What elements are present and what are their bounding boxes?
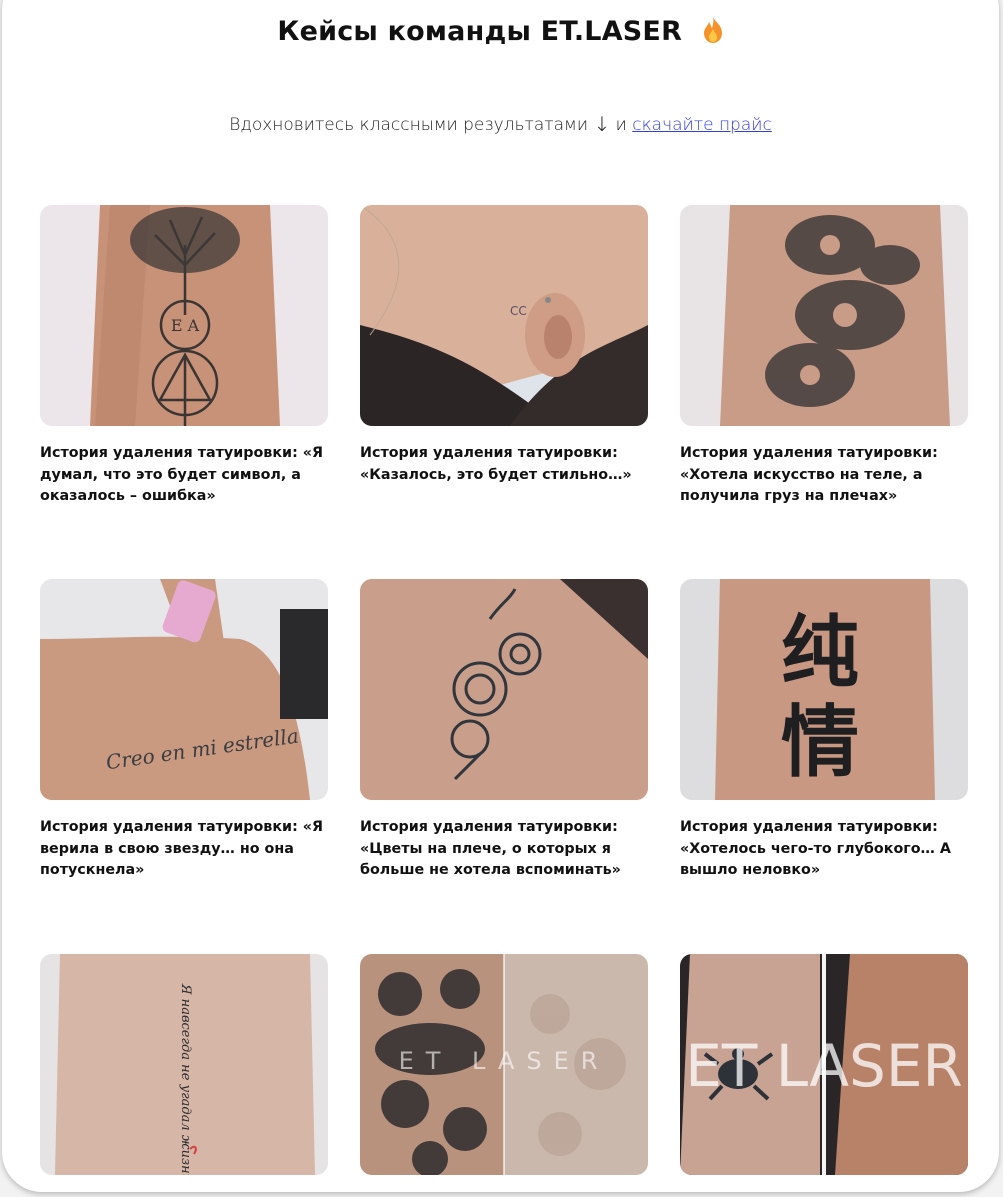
svg-text:E A: E A xyxy=(171,316,200,335)
case-caption[interactable]: История удаления татуировки: «Я верила в… xyxy=(40,817,328,882)
case-card[interactable]: История удаления татуировки: «Цветы на п… xyxy=(360,579,648,882)
case-card[interactable]: 纯 情 История удаления татуировки: «Хотело… xyxy=(680,579,968,882)
case-caption[interactable]: История удаления татуировки: «Цветы на п… xyxy=(360,817,648,882)
intro-connector: и xyxy=(615,115,627,135)
download-price-link[interactable]: скачайте прайс xyxy=(632,115,772,135)
tattoo-script-text: Я навсегда не угадал жизнь xyxy=(178,983,193,1175)
case-photo-tree-tattoo[interactable]: E A xyxy=(40,205,328,426)
page-title-text: Кейсы команды ET.LASER xyxy=(277,16,683,47)
case-card[interactable]: История удаления татуировки: «Хотела иск… xyxy=(680,205,968,508)
case-photo-turtle-before-after[interactable]: ET LASER xyxy=(680,954,968,1175)
svg-text:纯: 纯 xyxy=(781,608,859,698)
flame-icon xyxy=(702,16,724,44)
page-title: Кейсы команды ET.LASER xyxy=(2,16,999,47)
case-photo-script-tattoo[interactable]: Creo en mi estrella xyxy=(40,579,328,800)
case-card[interactable]: ET LASER xyxy=(360,954,648,1192)
case-photo-sleeve-before-after[interactable]: ET LASER xyxy=(360,954,648,1175)
case-caption[interactable]: История удаления татуировки: «Я думал, ч… xyxy=(40,443,328,508)
case-caption[interactable]: История удаления татуировки: «Хотела иск… xyxy=(680,443,968,508)
case-card[interactable]: ET LASER xyxy=(680,954,968,1192)
intro-lead: Вдохновитесь классными результатами xyxy=(229,115,589,135)
down-arrow-icon: ↓ xyxy=(593,112,611,136)
intro-text: Вдохновитесь классными результатами ↓ и … xyxy=(2,112,999,136)
svg-text:情: 情 xyxy=(781,698,859,788)
case-photo-vertical-script[interactable]: Я навсегда не угадал жизнь xyxy=(40,954,328,1175)
case-caption[interactable]: История удаления татуировки: «Хотелось ч… xyxy=(680,817,968,882)
svg-text:CC: CC xyxy=(510,304,527,318)
turtle-watermark: ET LASER xyxy=(685,1032,963,1100)
content-panel: Кейсы команды ET.LASER Вдохновитесь клас… xyxy=(2,0,999,1192)
sleeve-watermark: ET LASER xyxy=(399,1047,610,1075)
case-photo-hieroglyph-tattoo[interactable]: 纯 情 xyxy=(680,579,968,800)
case-caption[interactable]: История удаления татуировки: «Казалось, … xyxy=(360,443,648,486)
case-card[interactable]: CC История удаления татуировки: «Казалос… xyxy=(360,205,648,486)
case-card[interactable]: Я навсегда не угадал жизнь xyxy=(40,954,328,1192)
case-photo-rose-tattoo[interactable] xyxy=(360,579,648,800)
case-photo-ear-tattoo[interactable]: CC xyxy=(360,205,648,426)
case-card[interactable]: Creo en mi estrella История удаления тат… xyxy=(40,579,328,882)
case-photo-floral-tattoo[interactable] xyxy=(680,205,968,426)
case-card[interactable]: E A История удаления татуировки: «Я дума… xyxy=(40,205,328,508)
